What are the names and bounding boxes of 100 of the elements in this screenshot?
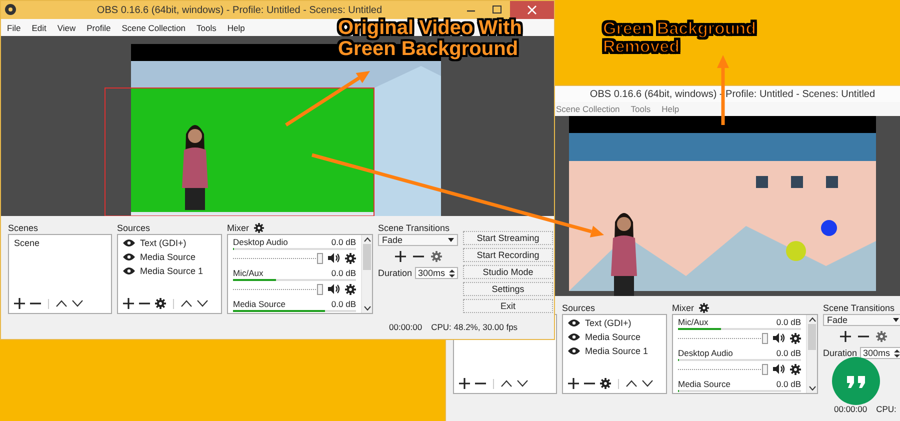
channel-name: Desktop Audio [678, 348, 733, 358]
recording-time: 00:00:00 [834, 404, 868, 414]
control-button[interactable]: Studio Mode [463, 265, 553, 279]
logo-icon [5, 4, 16, 15]
down-chevron-icon[interactable] [364, 306, 370, 311]
minus-icon[interactable] [139, 302, 150, 305]
gear-icon[interactable] [254, 222, 264, 232]
channel-name: Mic/Aux [233, 268, 264, 278]
source-item[interactable]: Text (GDI+) [585, 318, 632, 328]
annotation-text: Original Video With Green Background [338, 18, 523, 60]
eye-icon[interactable] [568, 333, 580, 341]
plus-icon[interactable] [394, 251, 406, 262]
transition-dropdown[interactable]: Fade [378, 234, 458, 246]
up-chevron-icon[interactable] [181, 300, 192, 307]
menu-item[interactable]: Tools [630, 104, 651, 114]
channel-name: Desktop Audio [233, 237, 288, 247]
spinner-icon[interactable] [894, 348, 900, 358]
gear-icon[interactable] [790, 364, 801, 374]
gear-icon[interactable] [600, 378, 611, 389]
plus-icon[interactable] [568, 378, 579, 389]
slider-thumb[interactable] [317, 284, 323, 294]
menu-item[interactable]: Profile [86, 22, 111, 32]
control-button[interactable]: Settings [463, 282, 553, 296]
up-chevron-icon[interactable] [56, 300, 67, 307]
channel-reading: 0.0 dB [331, 299, 356, 309]
slider-thumb[interactable] [317, 252, 323, 264]
minus-icon[interactable] [475, 382, 486, 385]
panel-heading: Scenes [8, 222, 38, 232]
plus-icon[interactable] [840, 331, 850, 342]
source-item[interactable]: Media Source [585, 332, 641, 342]
minus-icon[interactable] [30, 302, 41, 305]
speaker-icon[interactable] [328, 253, 340, 263]
down-chevron-icon[interactable] [197, 300, 208, 307]
gear-icon[interactable] [790, 332, 801, 344]
up-chevron-icon[interactable] [501, 380, 512, 387]
control-button[interactable]: Exit [463, 299, 553, 313]
speaker-icon[interactable] [328, 284, 340, 294]
down-chevron-icon[interactable] [808, 386, 816, 391]
close-button[interactable] [510, 1, 554, 19]
duration-field[interactable]: 300ms [860, 347, 900, 359]
channel-reading: 0.0 dB [776, 379, 801, 389]
channel-name: Mic/Aux [678, 317, 708, 327]
channel-reading: 0.0 dB [776, 317, 801, 327]
up-chevron-icon[interactable] [364, 237, 370, 242]
gear-icon[interactable] [345, 284, 356, 294]
scene-item[interactable]: Scene [12, 237, 108, 249]
source-item[interactable]: Media Source [140, 252, 196, 262]
window-title: OBS 0.16.6 (64bit, windows) - Profile: Untitled - Scenes: Untitled [96, 4, 384, 16]
plus-icon[interactable] [459, 378, 470, 389]
minus-icon[interactable] [412, 255, 424, 258]
menu-item[interactable]: Scene Collection [122, 22, 186, 32]
menu-item[interactable]: File [7, 22, 21, 32]
menu-item[interactable]: View [57, 22, 76, 32]
channel-name: Media Source [678, 379, 730, 389]
menu-item[interactable]: Help [227, 22, 245, 32]
menu-item[interactable]: Scene Collection [556, 104, 620, 114]
scrollbar[interactable] [806, 315, 817, 393]
plus-icon[interactable] [123, 298, 134, 309]
slider-thumb[interactable] [762, 364, 768, 374]
speaker-icon[interactable] [773, 364, 785, 374]
control-button[interactable]: Start Streaming [463, 231, 553, 245]
duration-field[interactable]: 300ms [415, 267, 458, 279]
up-chevron-icon[interactable] [808, 317, 816, 322]
eye-icon[interactable] [568, 319, 580, 327]
duration-label: Duration [378, 268, 412, 278]
eye-icon[interactable] [568, 347, 580, 355]
duration-label: Duration [823, 348, 858, 358]
channel-reading: 0.0 dB [331, 237, 356, 247]
down-chevron-icon[interactable] [517, 380, 528, 387]
panel-heading: Scene Transitions [378, 222, 450, 232]
speaker-icon[interactable] [773, 333, 785, 343]
eye-icon[interactable] [123, 267, 135, 275]
recording-time: 00:00:00 [389, 322, 422, 332]
panel-heading: Sources [562, 302, 596, 312]
gear-icon[interactable] [699, 302, 709, 312]
minus-icon[interactable] [584, 382, 595, 385]
menu-item[interactable]: Edit [32, 22, 46, 32]
transition-dropdown[interactable]: Fade [823, 314, 900, 326]
eye-icon[interactable] [123, 253, 135, 261]
down-chevron-icon[interactable] [642, 380, 653, 387]
chat-button[interactable] [832, 357, 880, 405]
eye-icon[interactable] [123, 239, 135, 247]
down-chevron-icon[interactable] [72, 300, 83, 307]
gear-icon[interactable] [345, 252, 356, 264]
source-item[interactable]: Text (GDI+) [140, 238, 186, 248]
menu-item[interactable]: Tools [196, 22, 216, 32]
source-item[interactable]: Media Source 1 [585, 346, 648, 356]
scrollbar[interactable] [361, 235, 372, 313]
panel-heading: Mixer [227, 222, 249, 232]
source-item[interactable]: Media Source 1 [140, 266, 204, 276]
plus-icon[interactable] [14, 298, 25, 309]
up-chevron-icon[interactable] [626, 380, 637, 387]
cpu-status: CPU: 48.2%, 30.00 fps [431, 322, 518, 332]
slider-thumb[interactable] [762, 332, 768, 344]
control-button[interactable]: Start Recording [463, 248, 553, 262]
spinner-icon[interactable] [449, 268, 455, 278]
panel-heading: Sources [117, 222, 150, 232]
gear-icon[interactable] [155, 298, 166, 309]
menu-item[interactable]: Help [662, 104, 680, 114]
minus-icon[interactable] [858, 335, 868, 338]
